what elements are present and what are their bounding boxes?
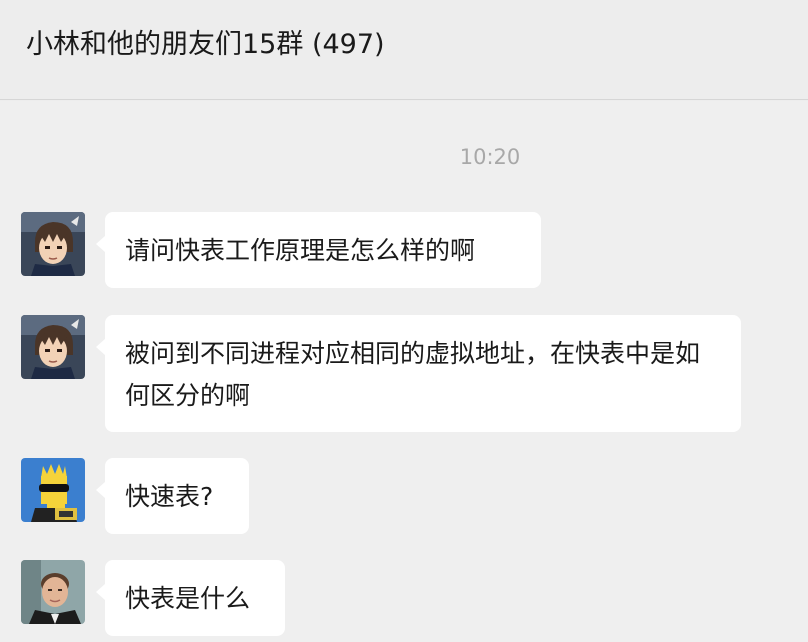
message-bubble[interactable]: 快表是什么	[96, 560, 285, 636]
message-bubble[interactable]: 请问快表工作原理是怎么样的啊	[96, 212, 541, 288]
message-bubble[interactable]: 快速表?	[96, 458, 249, 534]
anime-boy-avatar-icon[interactable]	[21, 315, 85, 379]
message-timestamp: 10:20	[459, 145, 521, 169]
group-title[interactable]: 小林和他的朋友们15群 (497)	[26, 22, 385, 61]
chat-header: 小林和他的朋友们15群 (497)	[0, 0, 808, 100]
message-list[interactable]: 10:20 请问快表工作原理是怎么样的啊 被问到不同进程对应相同的虚拟地址，在快…	[0, 101, 808, 642]
message-bubble[interactable]: 被问到不同进程对应相同的虚拟地址，在快表中是如何区分的啊	[96, 315, 741, 432]
man-photo-avatar-icon[interactable]	[21, 560, 85, 624]
anime-boy-avatar-icon[interactable]	[21, 212, 85, 276]
cartoon-character-avatar-icon[interactable]	[21, 458, 85, 522]
